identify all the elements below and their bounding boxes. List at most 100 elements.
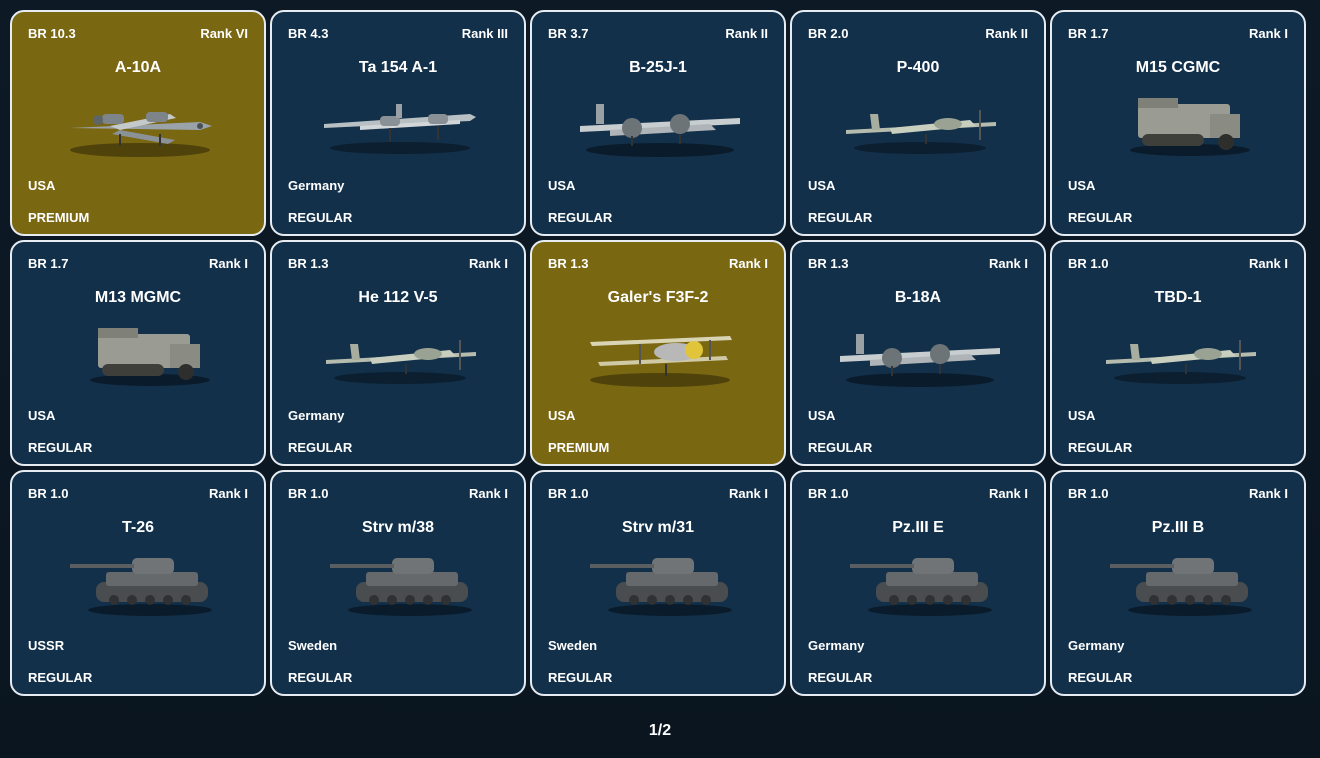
rank-label: Rank I [988, 486, 1028, 501]
vehicle-type-label: REGULAR [288, 210, 353, 225]
br-label: BR 1.3 [548, 256, 589, 271]
br-label: BR 2.0 [808, 26, 849, 41]
biplane-icon [570, 314, 750, 394]
vehicle-card-b-18a[interactable]: BR 1.3 Rank I B-18A USA REGULAR [790, 240, 1046, 466]
rank-label: Rank I [208, 486, 248, 501]
vehicle-card-p-400[interactable]: BR 2.0 Rank II P-400 USA REGULAR [790, 10, 1046, 236]
vehicle-name: TBD-1 [1154, 289, 1202, 306]
tank-icon [570, 544, 750, 624]
br-label: BR 1.7 [1068, 26, 1109, 41]
vehicle-card-m15-cgmc[interactable]: BR 1.7 Rank I M15 CGMC USA REGULAR [1050, 10, 1306, 236]
tank-icon [1090, 544, 1270, 624]
vehicle-name: Pz.III E [892, 519, 944, 536]
vehicle-name: A-10A [114, 59, 162, 76]
rank-label: Rank II [985, 26, 1028, 41]
halftrack-icon [1090, 84, 1270, 164]
rank-label: Rank I [988, 256, 1028, 271]
vehicle-name: Pz.III B [1151, 519, 1205, 536]
page-indicator: 1/2 [648, 722, 672, 739]
br-label: BR 1.0 [1068, 256, 1109, 271]
vehicle-type-label: REGULAR [548, 670, 613, 685]
nation-label: Germany [288, 178, 345, 193]
rank-label: Rank I [468, 486, 508, 501]
twin-engine-plane-icon [310, 84, 490, 164]
vehicle-name: Strv m/31 [621, 519, 695, 536]
vehicle-card-t-26[interactable]: BR 1.0 Rank I T-26 USSR REGULAR [10, 470, 266, 696]
vehicle-type-label: REGULAR [808, 210, 873, 225]
nation-label: USA [1068, 178, 1096, 193]
br-label: BR 1.0 [548, 486, 589, 501]
rank-label: Rank III [461, 26, 508, 41]
vehicle-name: P-400 [896, 59, 940, 76]
rank-label: Rank I [728, 256, 768, 271]
fighter-plane-icon [1090, 314, 1270, 394]
nation-label: USA [1068, 408, 1096, 423]
nation-label: Germany [808, 638, 865, 653]
vehicle-card-he-112-v-5[interactable]: BR 1.3 Rank I He 112 V-5 Germany REGULAR [270, 240, 526, 466]
vehicle-card-galer-s-f3f-2[interactable]: BR 1.3 Rank I Galer's F3F-2 USA PREMIUM [530, 240, 786, 466]
jet-icon [50, 84, 230, 164]
halftrack-icon [50, 314, 230, 394]
fighter-plane-icon [310, 314, 490, 394]
vehicle-name: T-26 [121, 519, 154, 536]
vehicle-card-strv-m-38[interactable]: BR 1.0 Rank I Strv m/38 Sweden REGULAR [270, 470, 526, 696]
bomber-icon [830, 314, 1010, 394]
nation-label: USA [808, 408, 836, 423]
rank-label: Rank I [468, 256, 508, 271]
br-label: BR 1.0 [288, 486, 329, 501]
rank-label: Rank II [725, 26, 768, 41]
bomber-icon [570, 84, 750, 164]
vehicle-card-m13-mgmc[interactable]: BR 1.7 Rank I M13 MGMC USA REGULAR [10, 240, 266, 466]
nation-label: Germany [288, 408, 345, 423]
br-label: BR 1.0 [1068, 486, 1109, 501]
vehicle-type-label: REGULAR [1068, 210, 1133, 225]
nation-label: USA [28, 178, 56, 193]
nation-label: Germany [1068, 638, 1125, 653]
vehicle-type-label: REGULAR [1068, 440, 1133, 455]
nation-label: USA [548, 408, 576, 423]
fighter-plane-icon [830, 84, 1010, 164]
vehicle-card-strv-m-31[interactable]: BR 1.0 Rank I Strv m/31 Sweden REGULAR [530, 470, 786, 696]
rank-label: Rank I [728, 486, 768, 501]
rank-label: Rank I [1248, 486, 1288, 501]
tank-icon [50, 544, 230, 624]
br-label: BR 4.3 [288, 26, 329, 41]
vehicle-name: M13 MGMC [94, 289, 182, 306]
br-label: BR 1.3 [808, 256, 849, 271]
nation-label: USSR [28, 638, 65, 653]
vehicle-type-label: PREMIUM [28, 210, 90, 225]
vehicle-card-pz-iii-b[interactable]: BR 1.0 Rank I Pz.III B Germany REGULAR [1050, 470, 1306, 696]
br-label: BR 1.0 [808, 486, 849, 501]
vehicle-name: B-18A [894, 289, 942, 306]
rank-label: Rank I [1248, 26, 1288, 41]
vehicle-name: M15 CGMC [1135, 59, 1221, 76]
vehicle-name: Ta 154 A-1 [358, 59, 438, 76]
vehicle-type-label: REGULAR [28, 670, 93, 685]
vehicle-type-label: REGULAR [288, 440, 353, 455]
rank-label: Rank I [1248, 256, 1288, 271]
tank-icon [830, 544, 1010, 624]
vehicle-card-b-25j-1[interactable]: BR 3.7 Rank II B-25J-1 USA REGULAR [530, 10, 786, 236]
nation-label: Sweden [548, 638, 598, 653]
vehicle-type-label: REGULAR [808, 670, 873, 685]
nation-label: USA [548, 178, 576, 193]
vehicle-card-pz-iii-e[interactable]: BR 1.0 Rank I Pz.III E Germany REGULAR [790, 470, 1046, 696]
vehicle-type-label: REGULAR [548, 210, 613, 225]
br-label: BR 1.0 [28, 486, 69, 501]
vehicle-name: Strv m/38 [361, 519, 435, 536]
vehicle-type-label: REGULAR [28, 440, 93, 455]
vehicle-card-ta-154-a-1[interactable]: BR 4.3 Rank III Ta 154 A-1 Germany REGULAR [270, 10, 526, 236]
vehicle-card-tbd-1[interactable]: BR 1.0 Rank I TBD-1 USA REGULAR [1050, 240, 1306, 466]
vehicle-type-label: REGULAR [1068, 670, 1133, 685]
nation-label: USA [28, 408, 56, 423]
vehicle-type-label: REGULAR [808, 440, 873, 455]
br-label: BR 3.7 [548, 26, 589, 41]
vehicle-type-label: REGULAR [288, 670, 353, 685]
vehicle-card-a-10a[interactable]: BR 10.3 Rank VI A-10A USA PREMIUM [10, 10, 266, 236]
br-label: BR 1.7 [28, 256, 69, 271]
nation-label: USA [808, 178, 836, 193]
vehicle-name: Galer's F3F-2 [607, 289, 709, 306]
br-label: BR 1.3 [288, 256, 329, 271]
tank-icon [310, 544, 490, 624]
nation-label: Sweden [288, 638, 338, 653]
